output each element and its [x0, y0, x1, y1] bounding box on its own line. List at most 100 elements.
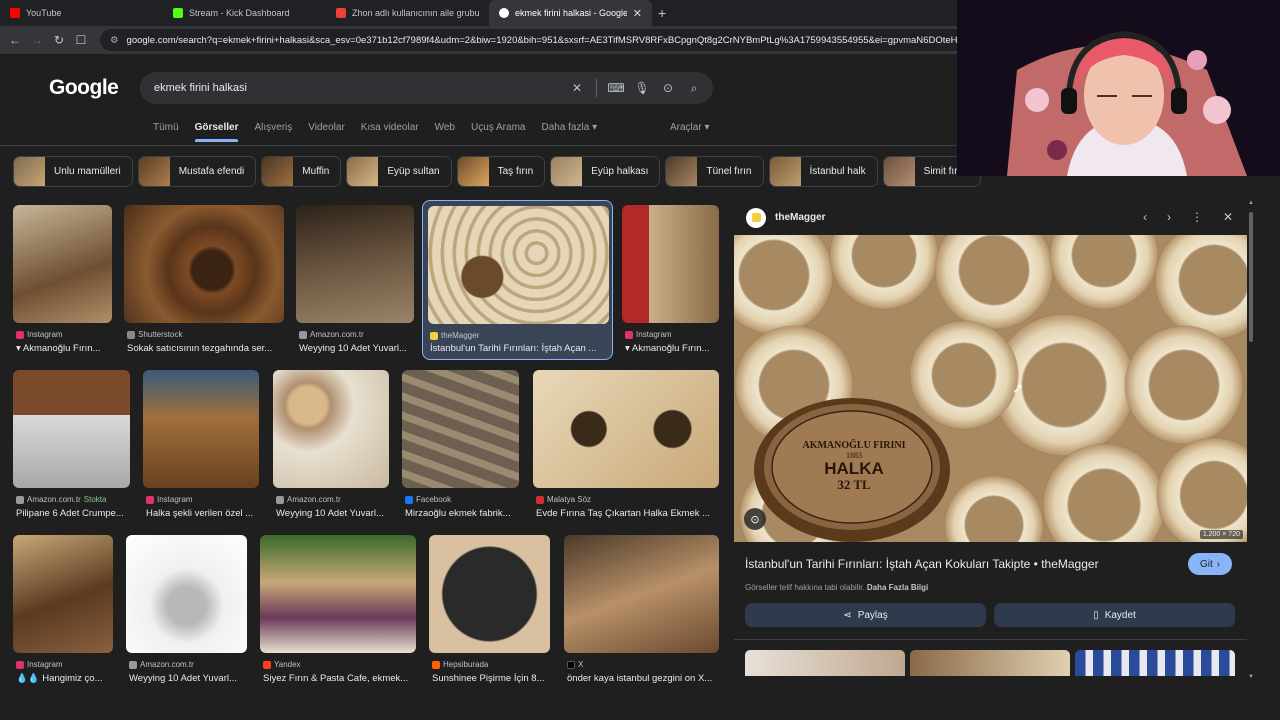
chip[interactable]: Unlu mamülleri	[13, 156, 133, 187]
lens-search-icon[interactable]: ⊙	[744, 508, 766, 530]
preview-site-name[interactable]: theMagger	[775, 212, 826, 223]
result-title[interactable]: 💧💧 Hangimiz ço...	[16, 673, 116, 684]
image-result[interactable]: Instagram ▾ Akmanoğlu Fırın...	[622, 205, 719, 355]
chip[interactable]: Mustafa efendi	[137, 156, 257, 187]
share-button[interactable]: ⋖ Paylaş	[745, 603, 986, 627]
tab-short-videos[interactable]: Kısa videolar	[361, 122, 419, 133]
browser-tab-youtube[interactable]: YouTube	[0, 0, 163, 26]
result-title[interactable]: Halka şekli verilen özel ...	[146, 508, 262, 519]
result-thumbnail[interactable]	[126, 535, 247, 653]
result-thumbnail[interactable]	[533, 370, 719, 488]
search-box[interactable]: ekmek firini halkasi ✕ ⌨ 🎙 ⊙ ⌕	[140, 72, 713, 104]
tab-web[interactable]: Web	[435, 122, 455, 133]
visit-button[interactable]: Git ›	[1188, 553, 1233, 575]
result-title[interactable]: Sokak satıcısının tezgahında ser...	[127, 343, 282, 354]
result-title[interactable]: Weyying 10 Adet Yuvarl...	[129, 673, 250, 684]
image-result[interactable]: Amazon.com.tr Weyying 10 Adet Yuvarl...	[126, 535, 247, 685]
chip[interactable]: İstanbul halk	[768, 156, 878, 187]
image-result[interactable]: Instagram ▾ Akmanoğlu Fırın...	[13, 205, 112, 355]
new-tab-icon[interactable]: +	[658, 5, 666, 21]
close-tab-icon[interactable]: ✕	[633, 7, 642, 20]
result-thumbnail[interactable]	[143, 370, 259, 488]
save-button[interactable]: ▯ Kaydet	[994, 603, 1235, 627]
image-result-selected[interactable]: theMagger İstanbul'un Tarihi Fırınları: …	[422, 200, 613, 360]
preview-title[interactable]: İstanbul'un Tarihi Fırınları: İştah Açan…	[745, 557, 1099, 571]
result-title[interactable]: Evde Fırına Taş Çıkartan Halka Ekmek ...	[536, 508, 716, 519]
tab-all[interactable]: Tümü	[153, 122, 179, 133]
result-thumbnail[interactable]	[622, 205, 719, 323]
more-options-icon[interactable]: ⋮	[1191, 210, 1203, 224]
image-result[interactable]: Instagram Halka şekli verilen özel ...	[143, 370, 259, 522]
result-thumbnail[interactable]	[296, 205, 414, 323]
result-thumbnail[interactable]	[260, 535, 416, 653]
result-title[interactable]: İstanbul'un Tarihi Fırınları: İştah Açan…	[430, 343, 605, 354]
image-result[interactable]: Facebook Mirzaoğlu ekmek fabrik...	[402, 370, 519, 522]
image-result[interactable]: Amazon.com.tr Weyying 10 Adet Yuvarl...	[296, 205, 414, 355]
clear-icon[interactable]: ✕	[564, 81, 590, 95]
chip[interactable]: Muffin	[261, 156, 342, 187]
forward-icon[interactable]: →	[28, 31, 46, 49]
image-result[interactable]: Hepsiburada Sunshinee Pişirme İçin 8...	[429, 535, 550, 685]
close-icon[interactable]: ✕	[1223, 210, 1233, 224]
site-settings-icon[interactable]: ⚙	[110, 35, 119, 46]
result-thumbnail[interactable]	[124, 205, 284, 323]
browser-tab-gmail[interactable]: Zhon adlı kullanıcının aile grubuna ka	[326, 0, 489, 26]
browser-tab-google[interactable]: ekmek firini halkasi - Google'da A ✕	[489, 0, 652, 26]
result-thumbnail[interactable]	[13, 370, 130, 488]
image-result[interactable]: Instagram 💧💧 Hangimiz ço...	[13, 535, 113, 685]
back-icon[interactable]: ←	[6, 31, 24, 49]
result-title[interactable]: önder kaya istanbul gezgini on X...	[567, 673, 722, 684]
tools-button[interactable]: Araçlar ▾	[670, 122, 710, 133]
result-thumbnail[interactable]	[564, 535, 719, 653]
keyboard-icon[interactable]: ⌨	[603, 81, 629, 95]
result-title[interactable]: Mirzaoğlu ekmek fabrik...	[405, 508, 522, 519]
scroll-down-icon[interactable]: ▼	[1248, 674, 1254, 680]
result-title[interactable]: ▾ Akmanoğlu Fırın...	[625, 343, 722, 354]
search-icon[interactable]: ⌕	[681, 81, 707, 96]
related-image[interactable]	[1075, 650, 1235, 676]
reload-icon[interactable]: ↻	[50, 31, 68, 49]
tab-images[interactable]: Görseller	[194, 122, 238, 142]
result-thumbnail[interactable]	[13, 205, 112, 323]
chip[interactable]: Taş fırın	[456, 156, 546, 187]
image-result[interactable]: Amazon.com.tr Weyying 10 Adet Yuvarl...	[273, 370, 389, 522]
result-title[interactable]: Weyying 10 Adet Yuvarl...	[276, 508, 392, 519]
result-thumbnail[interactable]	[273, 370, 389, 488]
lens-icon[interactable]: ⊙	[655, 81, 681, 95]
microphone-icon[interactable]: 🎙	[629, 81, 655, 95]
scroll-up-icon[interactable]: ▲	[1248, 200, 1254, 206]
search-input[interactable]: ekmek firini halkasi	[154, 82, 564, 94]
tab-more[interactable]: Daha fazla ▾	[541, 122, 597, 133]
image-result[interactable]: Amazon.com.tr Stokta Pilipane 6 Adet Cru…	[13, 370, 130, 522]
image-result[interactable]: Yandex Siyez Fırın & Pasta Cafe, ekmek..…	[260, 535, 416, 685]
image-result[interactable]: Shutterstock Sokak satıcısının tezgahınd…	[124, 205, 284, 355]
image-result[interactable]: Malatya Söz Evde Fırına Taş Çıkartan Hal…	[533, 370, 719, 522]
browser-tab-kick[interactable]: Stream - Kick Dashboard	[163, 0, 326, 26]
chip[interactable]: Tünel fırın	[665, 156, 764, 187]
related-image[interactable]	[745, 650, 905, 676]
tab-flights[interactable]: Uçuş Arama	[471, 122, 525, 133]
tab-shopping[interactable]: Alışveriş	[254, 122, 292, 133]
next-icon[interactable]: ›	[1167, 210, 1171, 224]
preview-scrollbar[interactable]: ▲ ▼	[1248, 200, 1254, 680]
learn-more-link[interactable]: Daha Fazla Bilgi	[867, 583, 928, 592]
result-thumbnail[interactable]	[13, 535, 113, 653]
chip[interactable]: Eyüp halkası	[550, 156, 661, 187]
result-title[interactable]: ▾ Akmanoğlu Fırın...	[16, 343, 115, 354]
preview-image[interactable]: AKMANOĞLU FIRINI 1883 HALKA 32 TL ⊙ 1.20…	[734, 235, 1247, 542]
result-thumbnail[interactable]	[428, 206, 609, 324]
result-title[interactable]: Pilipane 6 Adet Crumpe...	[16, 508, 133, 519]
result-thumbnail[interactable]	[402, 370, 519, 488]
result-title[interactable]: Siyez Fırın & Pasta Cafe, ekmek...	[263, 673, 419, 684]
image-result[interactable]: X önder kaya istanbul gezgini on X...	[564, 535, 719, 685]
previous-icon[interactable]: ‹	[1143, 210, 1147, 224]
result-title[interactable]: Weyying 10 Adet Yuvarl...	[299, 343, 417, 354]
bookmark-icon[interactable]: ☐	[72, 31, 90, 49]
scrollbar-thumb[interactable]	[1249, 212, 1253, 342]
chip[interactable]: Eyüp sultan	[346, 156, 452, 187]
google-logo[interactable]: Google	[49, 76, 119, 100]
result-title[interactable]: Sunshinee Pişirme İçin 8...	[432, 673, 553, 684]
related-image[interactable]	[910, 650, 1070, 676]
tab-videos[interactable]: Videolar	[308, 122, 345, 133]
result-thumbnail[interactable]	[429, 535, 550, 653]
